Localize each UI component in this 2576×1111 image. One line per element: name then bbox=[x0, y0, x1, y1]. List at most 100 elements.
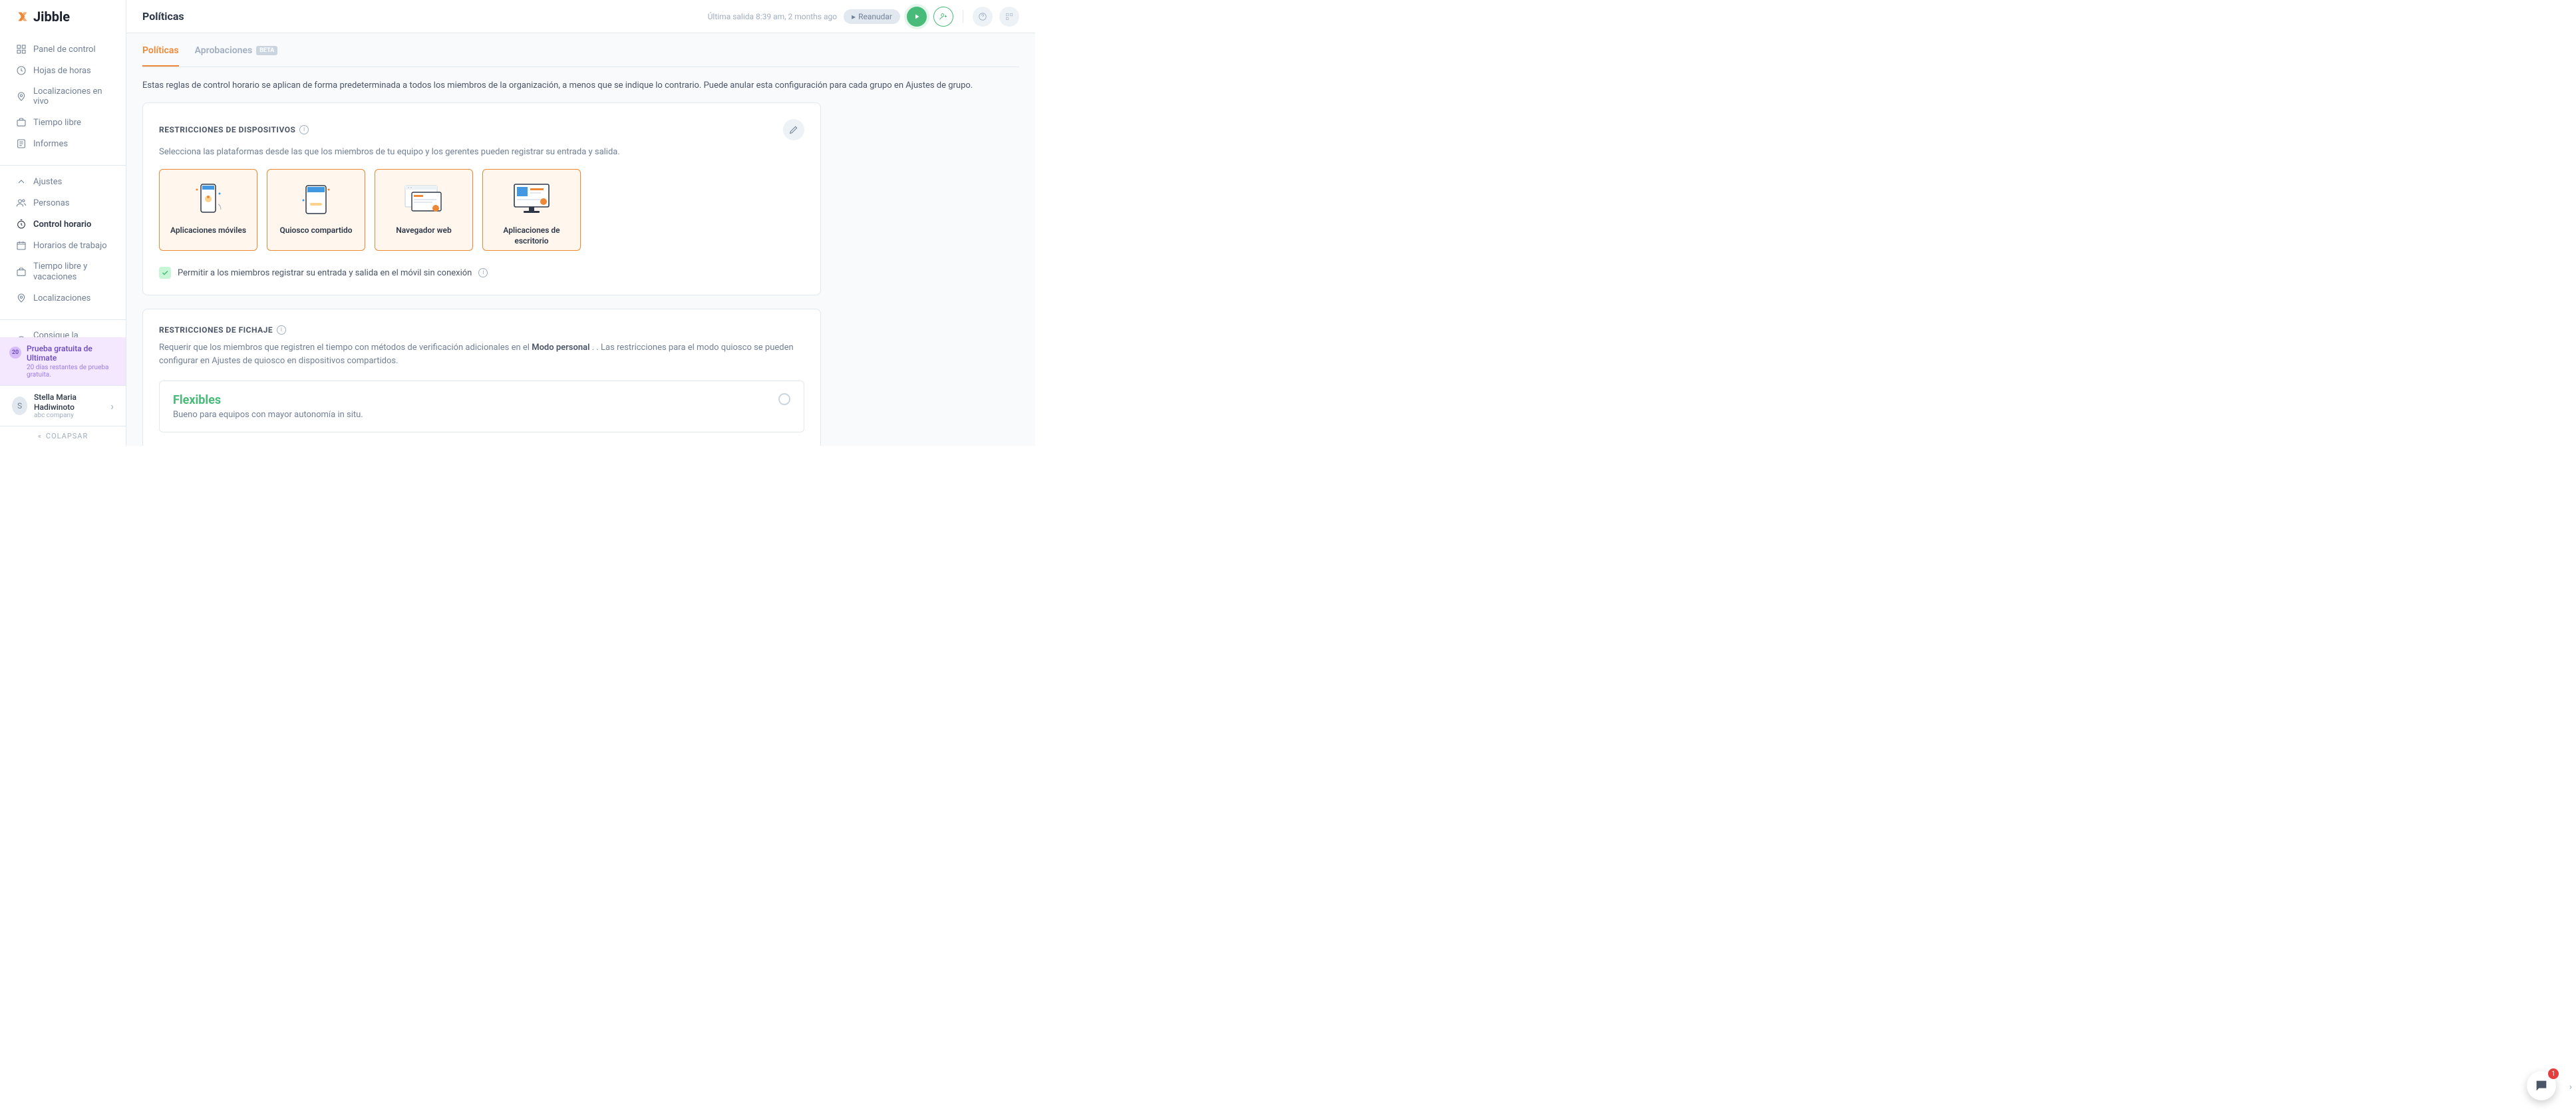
sidebar-item-label: Personas bbox=[33, 198, 70, 208]
browser-icon bbox=[382, 179, 466, 219]
page-title: Políticas bbox=[142, 10, 184, 23]
sidebar: Jibble Panel de control Hojas de horas L… bbox=[0, 0, 126, 446]
device-option-mobile[interactable]: Aplicaciones móviles bbox=[159, 169, 257, 251]
content: Políticas Aprobaciones BETA Estas reglas… bbox=[126, 33, 1035, 446]
user-name: Stella Maria Hadiwinoto bbox=[34, 393, 104, 412]
sidebar-item-work-schedules[interactable]: Horarios de trabajo bbox=[0, 235, 126, 256]
intro-text: Estas reglas de control horario se aplic… bbox=[142, 80, 1019, 90]
sidebar-item-label: Panel de control bbox=[33, 45, 96, 55]
info-icon[interactable]: i bbox=[478, 268, 488, 277]
trial-banner[interactable]: 20 Prueba gratuita de Ultimate 20 días r… bbox=[0, 337, 126, 385]
beta-badge: BETA bbox=[256, 46, 277, 55]
tabs: Políticas Aprobaciones BETA bbox=[142, 33, 1019, 67]
help-icon bbox=[978, 12, 987, 21]
pin-icon bbox=[16, 91, 27, 102]
play-small-icon: ▸ bbox=[852, 12, 856, 21]
chevron-left-double-icon: « bbox=[38, 432, 42, 440]
sidebar-item-label: Consigue la aplicación bbox=[33, 331, 110, 337]
trial-title: Prueba gratuita de Ultimate bbox=[27, 344, 112, 363]
brand-name: Jibble bbox=[33, 9, 70, 25]
sidebar-item-live-locations[interactable]: Localizaciones en vivo bbox=[0, 81, 126, 112]
info-icon[interactable]: i bbox=[277, 325, 286, 335]
sidebar-item-get-app[interactable]: Consigue la aplicación bbox=[0, 325, 126, 337]
apps-button[interactable] bbox=[999, 7, 1019, 27]
edit-button[interactable] bbox=[783, 119, 804, 140]
sidebar-item-leave[interactable]: Tiempo libre y vacaciones bbox=[0, 256, 126, 287]
desktop-icon bbox=[490, 179, 573, 219]
user-menu[interactable]: S Stella Maria Hadiwinoto abc company › bbox=[0, 385, 126, 426]
chat-icon bbox=[2534, 1078, 2549, 1093]
sidebar-item-people[interactable]: Personas bbox=[0, 192, 126, 214]
add-person-icon bbox=[939, 12, 948, 21]
play-icon bbox=[913, 13, 921, 21]
grid-icon bbox=[16, 44, 27, 55]
reports-icon bbox=[16, 138, 27, 149]
resume-button[interactable]: ▸ Reanudar bbox=[844, 9, 900, 24]
card-body: Requerir que los miembros que registren … bbox=[159, 341, 804, 367]
chat-button[interactable]: 1 bbox=[2527, 1071, 2556, 1100]
logo-icon bbox=[16, 10, 29, 23]
chat-badge: 1 bbox=[2548, 1068, 2559, 1079]
option-subtitle: Bueno para equipos con mayor autonomía i… bbox=[173, 410, 363, 420]
sidebar-item-label: Localizaciones en vivo bbox=[33, 86, 110, 106]
tab-policies[interactable]: Políticas bbox=[142, 33, 179, 67]
pin-icon bbox=[16, 293, 27, 303]
user-company: abc company bbox=[34, 412, 104, 419]
option-title: Flexibles bbox=[173, 393, 363, 407]
trial-subtitle: 20 días restantes de prueba gratuita. bbox=[27, 364, 112, 379]
body-pre: Requerir que los miembros que registren … bbox=[159, 343, 532, 353]
sidebar-item-label: Tiempo libre y vacaciones bbox=[33, 261, 110, 282]
add-person-button[interactable] bbox=[933, 7, 953, 27]
card-subtitle: Selecciona las plataformas desde las que… bbox=[159, 147, 804, 157]
sidebar-item-label: Ajustes bbox=[33, 177, 62, 187]
sidebar-item-time-tracking[interactable]: Control horario bbox=[0, 214, 126, 235]
mobile-icon bbox=[166, 179, 250, 219]
card-title: RESTRICCIONES DE FICHAJE i bbox=[159, 325, 804, 335]
clockin-restrictions-card: RESTRICCIONES DE FICHAJE i Requerir que … bbox=[142, 309, 821, 446]
logo[interactable]: Jibble bbox=[0, 0, 126, 33]
main: Políticas Última salida 8:39 am, 2 month… bbox=[126, 0, 1035, 446]
suitcase-icon bbox=[16, 267, 27, 277]
sidebar-item-dashboard[interactable]: Panel de control bbox=[0, 39, 126, 60]
stopwatch-icon bbox=[16, 219, 27, 230]
sidebar-item-timesheets[interactable]: Hojas de horas bbox=[0, 60, 126, 81]
sidebar-item-time-off[interactable]: Tiempo libre bbox=[0, 112, 126, 133]
sidebar-item-label: Horarios de trabajo bbox=[33, 241, 107, 251]
info-icon[interactable]: i bbox=[299, 125, 309, 134]
offline-checkbox[interactable] bbox=[159, 267, 171, 279]
device-label: Aplicaciones móviles bbox=[166, 226, 250, 236]
collapse-sidebar-button[interactable]: « COLAPSAR bbox=[0, 426, 126, 446]
tab-approvals[interactable]: Aprobaciones BETA bbox=[195, 33, 278, 67]
nav: Panel de control Hojas de horas Localiza… bbox=[0, 33, 126, 337]
kiosk-icon bbox=[274, 179, 358, 219]
sidebar-item-label: Informes bbox=[33, 139, 68, 149]
device-option-desktop[interactable]: Aplicaciones de escritorio bbox=[482, 169, 581, 251]
trial-days-badge: 20 bbox=[9, 347, 21, 359]
sidebar-item-settings[interactable]: Ajustes bbox=[0, 171, 126, 192]
side-chevron-right-icon[interactable]: › bbox=[2569, 1082, 2572, 1092]
sidebar-item-locations[interactable]: Localizaciones bbox=[0, 287, 126, 309]
card-title: RESTRICCIONES DE DISPOSITIVOS i bbox=[159, 125, 309, 134]
last-clock-out: Última salida 8:39 am, 2 months ago bbox=[708, 12, 837, 21]
chevron-up-icon bbox=[16, 176, 27, 187]
device-label: Quiosco compartido bbox=[274, 226, 358, 236]
card-title-text: RESTRICCIONES DE FICHAJE bbox=[159, 325, 273, 335]
sidebar-item-reports[interactable]: Informes bbox=[0, 133, 126, 154]
device-label: Aplicaciones de escritorio bbox=[490, 226, 573, 246]
device-option-web[interactable]: Navegador web bbox=[375, 169, 473, 251]
apps-icon bbox=[1005, 12, 1014, 21]
resume-label: Reanudar bbox=[858, 12, 892, 21]
topbar: Políticas Última salida 8:39 am, 2 month… bbox=[126, 0, 1035, 33]
sidebar-item-label: Control horario bbox=[33, 220, 91, 230]
option-flexible[interactable]: Flexibles Bueno para equipos con mayor a… bbox=[159, 381, 804, 432]
offline-label: Permitir a los miembros registrar su ent… bbox=[178, 268, 472, 278]
card-title-text: RESTRICCIONES DE DISPOSITIVOS bbox=[159, 125, 295, 134]
check-icon bbox=[161, 269, 169, 277]
sidebar-item-label: Tiempo libre bbox=[33, 118, 81, 128]
tab-label: Aprobaciones bbox=[195, 45, 253, 56]
body-strong: Modo personal bbox=[532, 343, 589, 353]
option-radio[interactable] bbox=[778, 393, 790, 405]
device-option-kiosk[interactable]: Quiosco compartido bbox=[267, 169, 365, 251]
help-button[interactable] bbox=[973, 7, 993, 27]
clock-in-button[interactable] bbox=[907, 7, 927, 27]
